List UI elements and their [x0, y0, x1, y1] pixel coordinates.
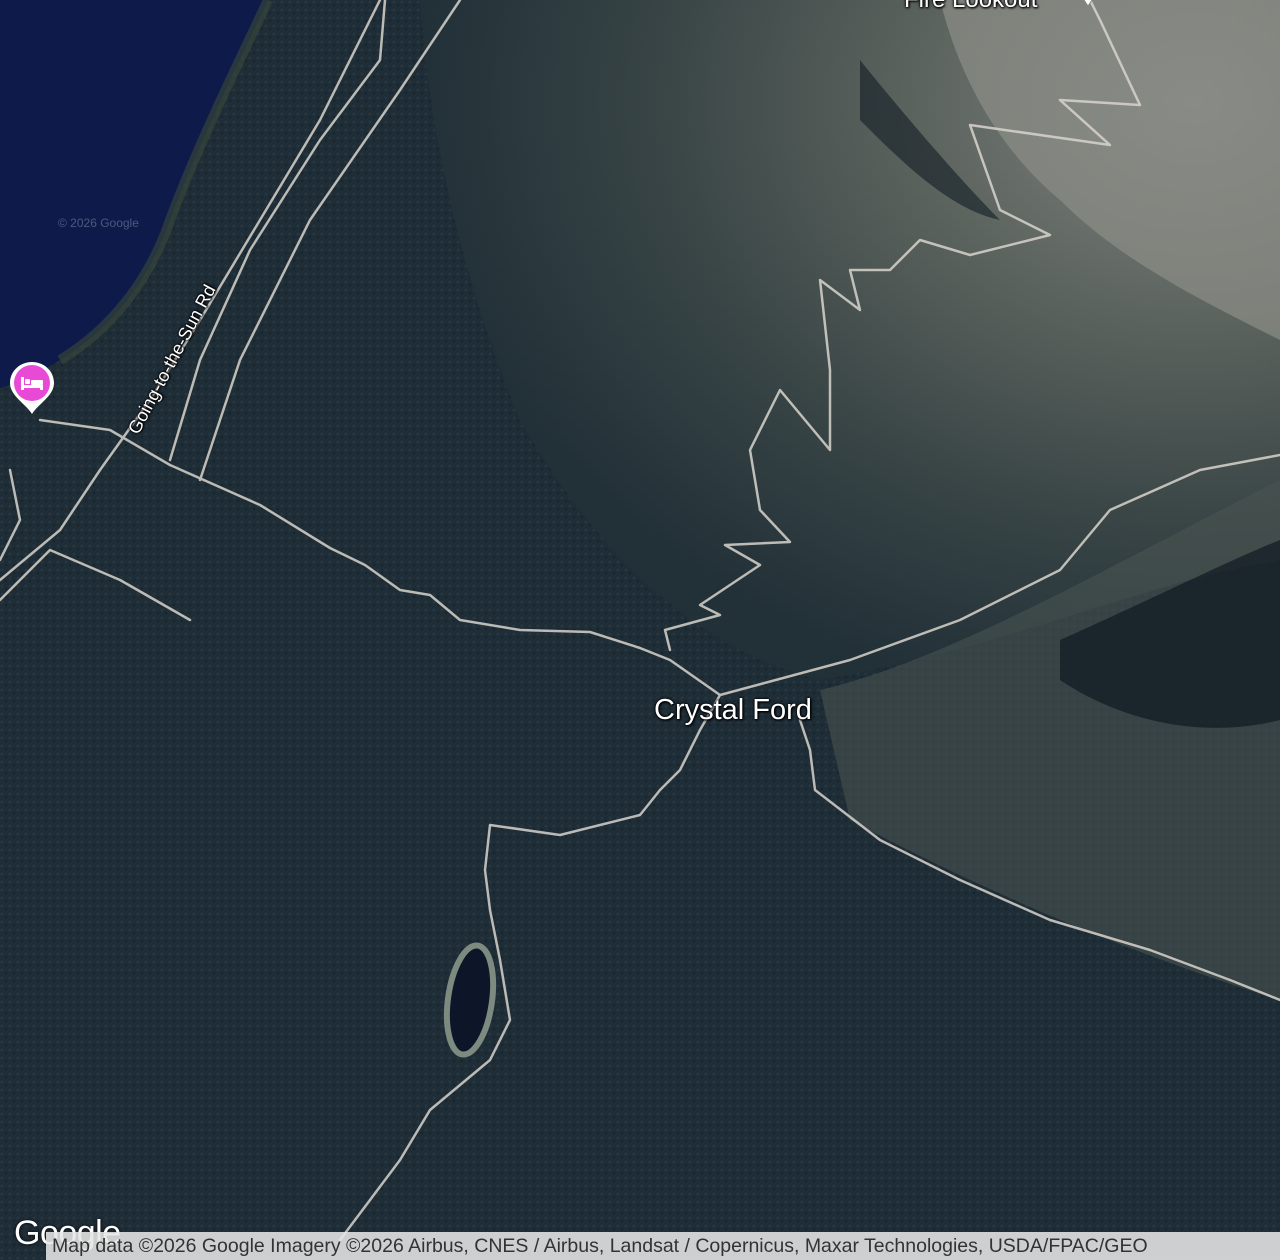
poi-label-fire-lookout[interactable]: Fire Lookout	[904, 0, 1037, 14]
map-canvas[interactable]: © 2026 Google Going-to-the-Sun Rd Crysta…	[0, 0, 1280, 1260]
map-attribution[interactable]: Map data ©2026 Google Imagery ©2026 Airb…	[46, 1232, 1280, 1260]
lodging-marker[interactable]	[8, 360, 56, 416]
satellite-imagery	[0, 0, 1280, 1260]
place-label-crystal-ford[interactable]: Crystal Ford	[654, 694, 812, 727]
pin-icon[interactable]	[1072, 0, 1104, 12]
map-watermark: © 2026 Google	[58, 216, 139, 230]
